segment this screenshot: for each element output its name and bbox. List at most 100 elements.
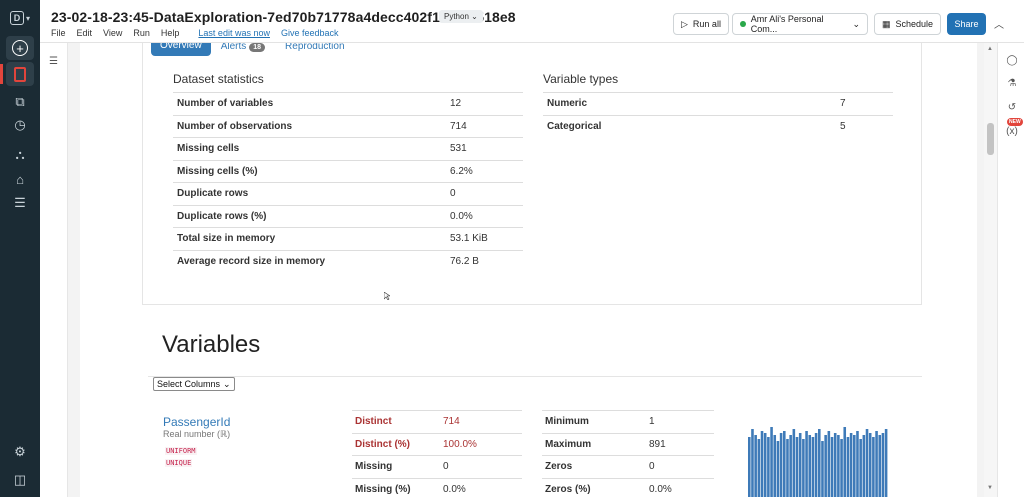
give-feedback-link[interactable]: Give feedback [281,28,339,38]
tab-alerts[interactable]: Alerts 18 [211,43,275,52]
table-row: Missing cells (%) 6.2% [173,159,523,183]
histogram-bar [856,431,859,497]
new-button[interactable]: + [6,36,34,60]
marketplace-nav-item[interactable]: ⚙ [6,440,34,464]
histogram-thumbnail[interactable] [748,423,888,497]
chevron-up-icon: ︿ [994,20,1004,31]
calendar-icon: ▦ [882,18,891,29]
catalog-nav-item[interactable]: ⌂ [6,167,34,191]
notebook-cell-output: Overview Alerts 18 Reproduction Dataset s… [80,43,977,497]
workspace-nav-item[interactable]: ⧉ [6,90,34,114]
report-tabs: Overview Alerts 18 Reproduction [151,43,355,56]
menu-help[interactable]: Help [161,28,180,38]
stat-value: 1 [646,410,714,433]
building-icon: ⌂ [16,171,24,187]
menu-file[interactable]: File [51,28,66,38]
cluster-selector[interactable]: Amr Ali's Personal Com... ⌄ [732,13,868,35]
stat-value: 891 [646,432,714,456]
variable-types-heading: Variable types [543,72,619,86]
schedule-button[interactable]: ▦ Schedule [874,13,942,35]
menu-run[interactable]: Run [133,28,150,38]
data-nav-item[interactable]: ⛬ [6,143,34,167]
expand-sidebar-button[interactable]: ◫ [6,468,34,492]
histogram-bar [748,437,751,497]
notebook-header: 23-02-18-23:45-DataExploration-7ed70b717… [40,0,1024,43]
dataset-statistics-table: Number of variables 12 Number of observat… [173,92,523,273]
comments-icon[interactable]: ◯ [1005,53,1019,67]
stat-value: 0 [646,455,714,478]
vertical-scrollbar[interactable]: ▲ ▼ [984,43,997,497]
dataset-statistics-heading: Dataset statistics [173,72,264,86]
select-columns-dropdown[interactable]: Select Columns ⌄ [153,377,235,391]
stat-value: 76.2 B [446,249,523,273]
table-row: Duplicate rows (%) 0.0% [173,204,523,228]
histogram-bar [751,429,754,497]
variable-stats-left: Distinct 714 Distinct (%) 100.0% Missing 0 … [352,410,522,497]
tab-alerts-label: Alerts [220,43,247,52]
histogram-bar [798,433,802,497]
last-edit-link[interactable]: Last edit was now [198,28,270,38]
stat-label: Total size in memory [173,227,446,250]
histogram-bar [840,439,843,497]
table-row: Total size in memory 53.1 KiB [173,227,523,250]
stat-label: Duplicate rows [173,182,446,205]
histogram-bar [849,433,853,497]
stat-value: 0.0% [446,204,523,228]
menu-edit[interactable]: Edit [77,28,93,38]
language-selector[interactable]: Python ⌄ [439,10,483,23]
stat-label: Maximum [542,432,646,456]
histogram-bar [833,433,837,497]
histogram-bar [859,439,862,497]
divider [148,376,922,377]
left-nav-rail: D ▾ + ⧉ ◷ ⛬ ⌂ ☰ ⚙ ◫ [0,0,40,497]
variables-heading: Variables [162,331,261,358]
histogram-bar [789,435,792,497]
scroll-down-arrow-icon[interactable]: ▼ [987,485,993,491]
scrollbar-thumb[interactable] [987,123,994,155]
workspace-switcher[interactable]: D ▾ [6,6,34,30]
scroll-up-arrow-icon[interactable]: ▲ [987,46,993,52]
plus-icon: + [12,40,28,56]
variable-name-link[interactable]: PassengerId [163,415,230,429]
table-row: Number of variables 12 [173,92,523,115]
histogram-bar [865,429,869,497]
sidebar-icon: ◫ [13,472,27,487]
history-icon[interactable]: ↺ [1005,100,1019,114]
table-row: Zeros (%) 0.0% [542,477,714,497]
collapse-header-button[interactable]: ︿ [994,16,1004,31]
chevron-down-icon: ⌄ [223,378,231,389]
variables-icon[interactable]: (x) [1005,124,1019,138]
cluster-label: Amr Ali's Personal Com... [750,14,824,34]
type-value: 7 [836,92,893,115]
histogram-bar [884,429,888,497]
histogram-bar [821,441,824,497]
workflows-nav-item[interactable]: ☰ [6,191,34,215]
notebook-nav-item[interactable] [0,62,34,86]
histogram-bar [760,431,764,497]
histogram-bar [763,433,767,497]
puzzle-icon: ⚙ [14,444,26,459]
stat-label: Number of observations [173,114,446,138]
histogram-bar [786,439,789,497]
histogram-bar [824,435,827,497]
histogram-bar [779,433,783,497]
share-button[interactable]: Share [947,13,986,35]
histogram-bar [875,431,878,497]
run-all-button[interactable]: ▷ Run all [673,13,729,35]
stat-label: Missing (%) [352,477,440,497]
clock-icon: ◷ [14,117,26,132]
variable-stats-right: Minimum 1 Maximum 891 Zeros 0 Zeros (%) 0.0% [542,410,714,497]
table-row: Distinct 714 [352,410,522,433]
tab-overview[interactable]: Overview [151,43,211,56]
cluster-status-dot [740,21,746,27]
histogram-bar [795,437,799,497]
stat-value: 0 [440,455,522,478]
experiment-icon[interactable]: ⚗ [1005,76,1019,90]
recents-nav-item[interactable]: ◷ [6,113,34,137]
table-of-contents-icon[interactable]: ☰ [49,56,58,67]
menu-bar: File Edit View Run Help Last edit was no… [51,28,339,38]
tab-reproduction[interactable]: Reproduction [275,43,354,52]
stat-label: Missing [352,455,440,478]
menu-view[interactable]: View [103,28,122,38]
stat-value: 0 [446,182,523,205]
